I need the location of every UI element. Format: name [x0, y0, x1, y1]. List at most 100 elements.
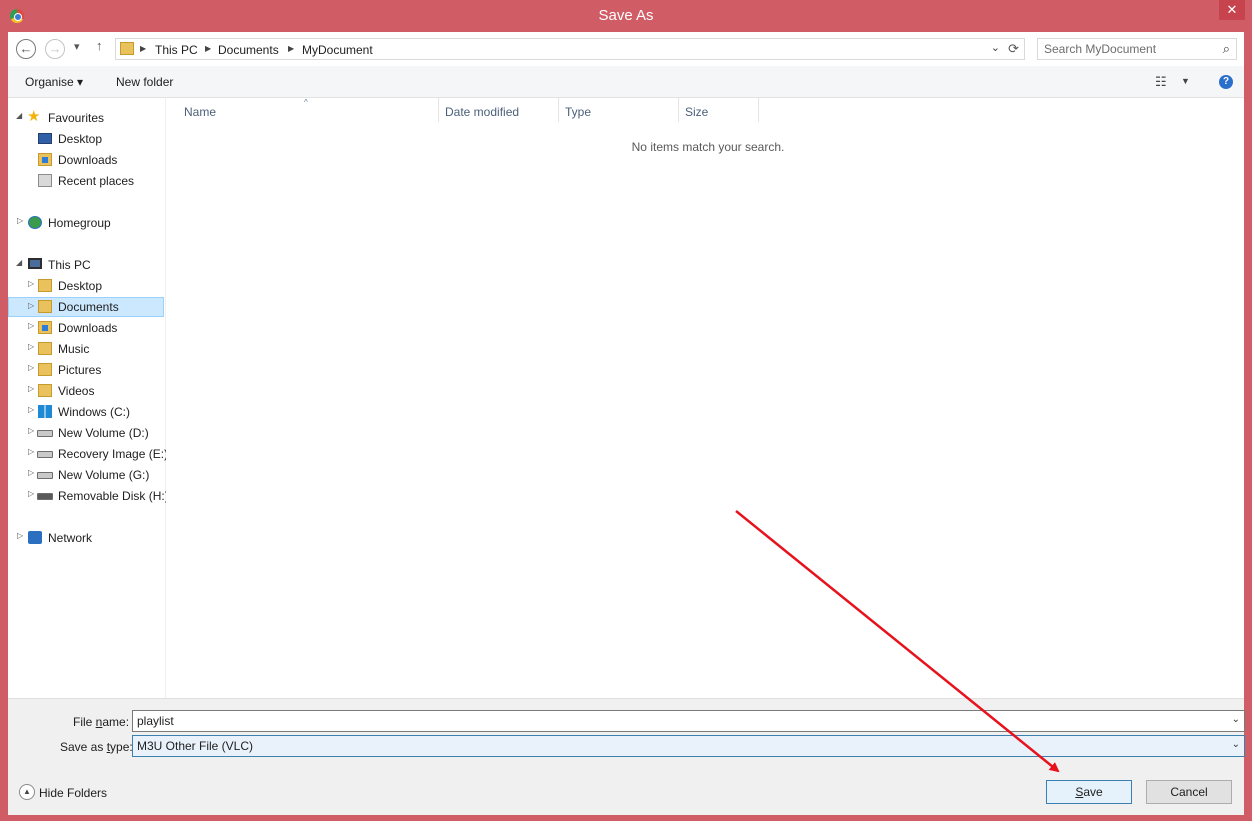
collapsed-icon[interactable]: ▷ — [17, 531, 23, 540]
address-bar[interactable]: ▶ This PC ▶ Documents ▶ MyDocument ⌄ ⟳ — [115, 38, 1025, 60]
downloads-folder-icon — [38, 153, 52, 166]
search-input[interactable] — [1038, 39, 1214, 59]
nav-label: New Volume (D:) — [58, 426, 149, 440]
file-list: Name ^ Date modified Type Size No items … — [166, 98, 1244, 698]
nav-label: Recent places — [58, 174, 135, 188]
save-type-select[interactable]: M3U Other File (VLC) ⌄ — [132, 735, 1245, 757]
up-button[interactable]: ↑ — [96, 38, 103, 53]
removable-disk-icon — [37, 493, 53, 500]
collapsed-icon[interactable]: ▷ — [28, 384, 34, 393]
navigation-pane: ◢ ★ Favourites Desktop Downloads Recent … — [8, 98, 169, 698]
collapsed-icon[interactable]: ▷ — [28, 321, 34, 330]
search-icon[interactable]: ⌕ — [1223, 41, 1230, 57]
hard-drive-icon — [37, 430, 53, 437]
label-text: File — [73, 715, 96, 729]
nav-network[interactable]: ▷ Network — [8, 528, 164, 548]
desktop-icon — [38, 133, 52, 144]
breadcrumb-mydocument[interactable]: MyDocument — [302, 43, 373, 57]
nav-label: Homegroup — [48, 216, 111, 230]
nav-pc-downloads[interactable]: ▷ Downloads — [8, 318, 164, 338]
column-divider[interactable] — [558, 98, 559, 122]
column-header-size[interactable]: Size — [685, 105, 708, 119]
nav-label: Desktop — [58, 279, 103, 293]
save-type-label: Save as type: — [60, 740, 133, 754]
nav-pc-videos[interactable]: ▷ Videos — [8, 381, 164, 401]
save-type-dropdown-icon[interactable]: ⌄ — [1232, 739, 1240, 750]
new-folder-button[interactable]: New folder — [116, 75, 173, 89]
cancel-button[interactable]: Cancel — [1146, 780, 1232, 804]
help-icon[interactable]: ? — [1219, 75, 1233, 89]
videos-folder-icon — [38, 384, 52, 397]
nav-pc-desktop[interactable]: ▷ Desktop — [8, 276, 164, 296]
column-header-type[interactable]: Type — [565, 105, 591, 119]
computer-icon — [28, 258, 42, 269]
nav-homegroup[interactable]: ▷ Homegroup — [8, 213, 164, 233]
collapsed-icon[interactable]: ▷ — [28, 279, 34, 288]
chevron-right-icon: ▶ — [140, 44, 147, 53]
column-divider[interactable] — [678, 98, 679, 122]
nav-fav-desktop[interactable]: Desktop — [8, 129, 164, 149]
collapsed-icon[interactable]: ▷ — [28, 489, 34, 498]
recent-locations-chevron-icon[interactable]: ▾ — [74, 40, 80, 53]
collapsed-icon[interactable]: ▷ — [28, 342, 34, 351]
breadcrumb-this-pc[interactable]: This PC — [155, 43, 198, 57]
view-dropdown-icon[interactable]: ▼ — [1181, 76, 1190, 86]
forward-button[interactable]: → — [45, 39, 65, 59]
file-name-label: File name: — [73, 715, 129, 729]
chevron-right-icon[interactable]: ▶ — [205, 44, 211, 53]
collapsed-icon[interactable]: ▷ — [28, 363, 34, 372]
hard-drive-icon — [37, 472, 53, 479]
title-bar: Save As ✕ — [0, 0, 1252, 32]
column-divider[interactable] — [758, 98, 759, 122]
collapsed-icon[interactable]: ▷ — [28, 468, 34, 477]
nav-fav-recent-places[interactable]: Recent places — [8, 171, 164, 191]
nav-pc-documents[interactable]: ▷ Documents — [8, 297, 164, 317]
nav-pc-new-volume-d[interactable]: ▷ New Volume (D:) — [8, 423, 164, 443]
nav-label: Network — [48, 531, 93, 545]
refresh-icon[interactable]: ⟳ — [1008, 41, 1019, 57]
nav-label: This PC — [48, 258, 91, 272]
collapsed-icon[interactable]: ▷ — [28, 301, 34, 310]
column-divider[interactable] — [438, 98, 439, 122]
nav-pc-windows-c[interactable]: ▷ Windows (C:) — [8, 402, 164, 422]
file-name-field[interactable]: ⌄ — [132, 710, 1245, 732]
nav-favourites[interactable]: ◢ ★ Favourites — [8, 108, 164, 128]
collapsed-icon[interactable]: ▷ — [17, 216, 23, 225]
music-folder-icon — [38, 342, 52, 355]
button-label: ave — [1083, 785, 1103, 799]
back-button[interactable]: ← — [16, 39, 36, 59]
breadcrumb-documents[interactable]: Documents — [218, 43, 279, 57]
expanded-icon[interactable]: ◢ — [16, 258, 22, 267]
address-dropdown-icon[interactable]: ⌄ — [991, 41, 1000, 54]
nav-fav-downloads[interactable]: Downloads — [8, 150, 164, 170]
collapsed-icon[interactable]: ▷ — [28, 447, 34, 456]
column-header-date-modified[interactable]: Date modified — [445, 105, 519, 119]
nav-pc-removable-disk-h[interactable]: ▷ Removable Disk (H:) — [8, 486, 169, 506]
window-title: Save As — [598, 7, 654, 24]
hard-drive-icon — [37, 451, 53, 458]
nav-pc-new-volume-g[interactable]: ▷ New Volume (G:) — [8, 465, 164, 485]
windows-drive-icon — [38, 405, 52, 418]
collapsed-icon[interactable]: ▷ — [28, 426, 34, 435]
search-box[interactable]: ⌕ — [1037, 38, 1237, 60]
chevron-right-icon[interactable]: ▶ — [288, 44, 294, 53]
nav-this-pc[interactable]: ◢ This PC — [8, 255, 164, 275]
save-as-dialog: ← → ▾ ↑ ▶ This PC ▶ Documents ▶ MyDocume… — [8, 32, 1245, 815]
close-button[interactable]: ✕ — [1219, 0, 1245, 20]
sort-ascending-icon: ^ — [304, 98, 308, 107]
file-name-input[interactable] — [133, 711, 1223, 731]
expanded-icon[interactable]: ◢ — [16, 111, 22, 120]
nav-pc-music[interactable]: ▷ Music — [8, 339, 164, 359]
collapsed-icon[interactable]: ▷ — [28, 405, 34, 414]
column-header-name[interactable]: Name — [184, 105, 216, 119]
nav-label: Music — [58, 342, 90, 356]
nav-pc-recovery-image-e[interactable]: ▷ Recovery Image (E:) — [8, 444, 168, 464]
view-options-icon[interactable]: ☷ — [1155, 74, 1167, 90]
recent-places-icon — [38, 174, 52, 187]
save-button[interactable]: Save — [1046, 780, 1132, 804]
organise-menu[interactable]: Organise ▾ — [25, 75, 83, 89]
nav-pc-pictures[interactable]: ▷ Pictures — [8, 360, 164, 380]
star-icon: ★ — [27, 108, 41, 125]
file-name-dropdown-icon[interactable]: ⌄ — [1232, 714, 1240, 725]
network-icon — [28, 531, 42, 544]
